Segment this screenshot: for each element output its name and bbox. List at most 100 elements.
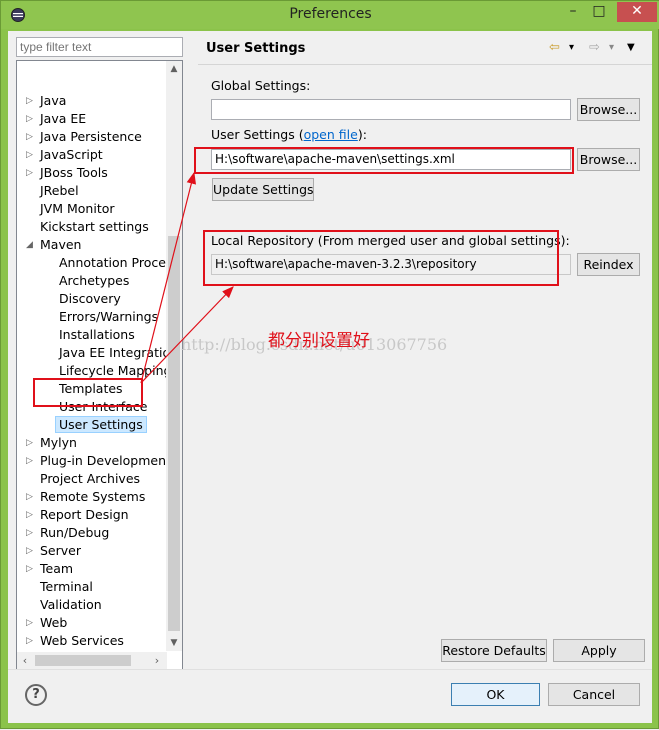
reindex-button[interactable]: Reindex bbox=[577, 253, 640, 276]
back-menu-chevron-down-icon[interactable]: ▾ bbox=[569, 39, 574, 57]
tree-item[interactable]: JRebel bbox=[40, 182, 79, 200]
tree-item[interactable]: Installations bbox=[59, 326, 135, 344]
tree-item[interactable]: ▷ JavaScript bbox=[26, 146, 103, 164]
annotation-text: 都分别设置好 bbox=[268, 331, 370, 351]
help-icon[interactable]: ? bbox=[25, 684, 47, 706]
tree-item[interactable]: Project Archives bbox=[40, 470, 140, 488]
tree-item[interactable]: ▷ Web bbox=[26, 614, 67, 632]
collapsed-arrow-icon[interactable]: ▷ bbox=[26, 506, 36, 524]
tree-item-label: User Settings bbox=[55, 416, 147, 433]
scroll-right-arrow-icon[interactable]: › bbox=[149, 652, 165, 669]
tree-item[interactable]: ▷ Team bbox=[26, 560, 73, 578]
tree-item-label: Terminal bbox=[40, 579, 93, 594]
tree-item-label: Server bbox=[40, 543, 81, 558]
tree-item[interactable]: ▷ Server bbox=[26, 542, 81, 560]
scroll-down-arrow-icon[interactable]: ▼ bbox=[166, 635, 182, 651]
collapsed-arrow-icon[interactable] bbox=[26, 470, 36, 488]
tree-item-label: JRebel bbox=[40, 183, 79, 198]
preferences-window: Preferences – □ ✕ ▷ Java ▷ Java EE ▷ Java Per… bbox=[0, 0, 659, 729]
collapsed-arrow-icon[interactable]: ▷ bbox=[26, 542, 36, 560]
update-settings-button[interactable]: Update Settings bbox=[212, 178, 314, 201]
tree-item-label: Validation bbox=[40, 597, 102, 612]
tree-item-label: Installations bbox=[59, 327, 135, 342]
tree-item[interactable]: Validation bbox=[40, 596, 102, 614]
tree-item[interactable]: ▷ JBoss Tools bbox=[26, 164, 108, 182]
view-menu-icon[interactable]: ▼ bbox=[627, 39, 635, 57]
collapsed-arrow-icon[interactable] bbox=[26, 182, 36, 200]
collapsed-arrow-icon[interactable] bbox=[26, 596, 36, 614]
tree-item[interactable]: Discovery bbox=[59, 290, 121, 308]
tree-item-label: Report Design bbox=[40, 507, 129, 522]
collapsed-arrow-icon[interactable]: ▷ bbox=[26, 632, 36, 650]
collapsed-arrow-icon[interactable]: ▷ bbox=[26, 488, 36, 506]
forward-icon[interactable]: ⇨ bbox=[589, 39, 600, 57]
collapsed-arrow-icon[interactable]: ▷ bbox=[26, 110, 36, 128]
tree-item[interactable]: ▷ Remote Systems bbox=[26, 488, 145, 506]
tree-item[interactable]: Java EE Integration bbox=[59, 344, 178, 362]
close-button[interactable]: ✕ bbox=[617, 2, 657, 22]
tree-item-label: Run/Debug bbox=[40, 525, 110, 540]
tree-item-label: JavaScript bbox=[40, 147, 103, 162]
tree-item[interactable]: ▷ Mylyn bbox=[26, 434, 77, 452]
minimize-button[interactable]: – bbox=[561, 2, 585, 22]
global-settings-field[interactable] bbox=[211, 99, 571, 120]
tree-item[interactable]: User Settings bbox=[55, 416, 147, 434]
tree-item[interactable]: ▷ Java Persistence bbox=[26, 128, 142, 146]
tree-item[interactable]: Archetypes bbox=[59, 272, 129, 290]
collapsed-arrow-icon[interactable] bbox=[26, 578, 36, 596]
collapsed-arrow-icon[interactable]: ▷ bbox=[26, 452, 36, 470]
tree-item[interactable]: ◢ Maven bbox=[26, 236, 81, 254]
scroll-left-arrow-icon[interactable]: ‹ bbox=[17, 652, 33, 669]
scroll-up-arrow-icon[interactable]: ▲ bbox=[166, 61, 182, 77]
collapsed-arrow-icon[interactable] bbox=[26, 218, 36, 236]
tree-item[interactable]: ▷ Java bbox=[26, 92, 67, 110]
tree-horizontal-scrollbar[interactable]: ‹ › bbox=[17, 652, 167, 669]
tree-item[interactable]: ▷ Web Services bbox=[26, 632, 124, 650]
open-file-link[interactable]: open file bbox=[304, 127, 358, 142]
collapsed-arrow-icon[interactable]: ▷ bbox=[26, 128, 36, 146]
collapsed-arrow-icon[interactable]: ▷ bbox=[26, 146, 36, 164]
tree-item[interactable]: ▷ Java EE bbox=[26, 110, 86, 128]
collapsed-arrow-icon[interactable]: ▷ bbox=[26, 614, 36, 632]
page-title: User Settings bbox=[206, 41, 306, 56]
back-icon[interactable]: ⇦ bbox=[549, 39, 560, 57]
restore-defaults-button[interactable]: Restore Defaults bbox=[441, 639, 547, 662]
tree-item[interactable]: JVM Monitor bbox=[40, 200, 115, 218]
tree-item[interactable]: ▷ Report Design bbox=[26, 506, 129, 524]
tree-vertical-scrollbar[interactable]: ▲ ▼ bbox=[166, 61, 182, 651]
tree-item-label: Archetypes bbox=[59, 273, 130, 288]
global-browse-button[interactable]: Browse... bbox=[577, 98, 640, 121]
tree-item[interactable]: ▷ Run/Debug bbox=[26, 524, 110, 542]
page-navigation: ⇦ ▾ ⇨ ▾ ▼ bbox=[549, 39, 644, 57]
collapsed-arrow-icon[interactable]: ▷ bbox=[26, 92, 36, 110]
maximize-button[interactable]: □ bbox=[587, 2, 611, 22]
tree-item-label: Kickstart settings bbox=[40, 219, 149, 234]
tree-item-label: Java bbox=[40, 93, 67, 108]
apply-button[interactable]: Apply bbox=[553, 639, 645, 662]
collapsed-arrow-icon[interactable]: ▷ bbox=[26, 164, 36, 182]
tree-item[interactable]: Terminal bbox=[40, 578, 93, 596]
collapsed-arrow-icon[interactable] bbox=[26, 200, 36, 218]
collapsed-arrow-icon[interactable]: ▷ bbox=[26, 434, 36, 452]
tree-hscroll-thumb[interactable] bbox=[35, 655, 131, 666]
tree-item-label: Discovery bbox=[59, 291, 121, 306]
tree-selection-highlight-box bbox=[33, 378, 143, 407]
cancel-button[interactable]: Cancel bbox=[548, 683, 640, 706]
tree-scroll-thumb[interactable] bbox=[168, 236, 180, 631]
preference-tree: ▷ Java ▷ Java EE ▷ Java Persistence ▷ JavaScrip… bbox=[16, 60, 183, 670]
tree-item-label: Plug-in Development bbox=[40, 453, 171, 468]
tree-item[interactable]: Annotation Processing bbox=[59, 254, 182, 272]
collapsed-arrow-icon[interactable]: ▷ bbox=[26, 560, 36, 578]
tree-item[interactable]: Errors/Warnings bbox=[59, 308, 158, 326]
collapsed-arrow-icon[interactable]: ▷ bbox=[26, 524, 36, 542]
tree-item[interactable]: ▷ Plug-in Development bbox=[26, 452, 171, 470]
forward-menu-chevron-down-icon[interactable]: ▾ bbox=[609, 39, 614, 57]
tree-item-label: JVM Monitor bbox=[40, 201, 115, 216]
tree-item[interactable]: Kickstart settings bbox=[40, 218, 149, 236]
expanded-arrow-icon[interactable]: ◢ bbox=[26, 236, 36, 254]
user-browse-button[interactable]: Browse... bbox=[577, 148, 640, 171]
filter-input[interactable] bbox=[16, 37, 183, 57]
dialog-client-area: ▷ Java ▷ Java EE ▷ Java Persistence ▷ JavaScrip… bbox=[8, 31, 652, 723]
user-settings-label-end: ): bbox=[357, 127, 367, 142]
ok-button[interactable]: OK bbox=[451, 683, 540, 706]
